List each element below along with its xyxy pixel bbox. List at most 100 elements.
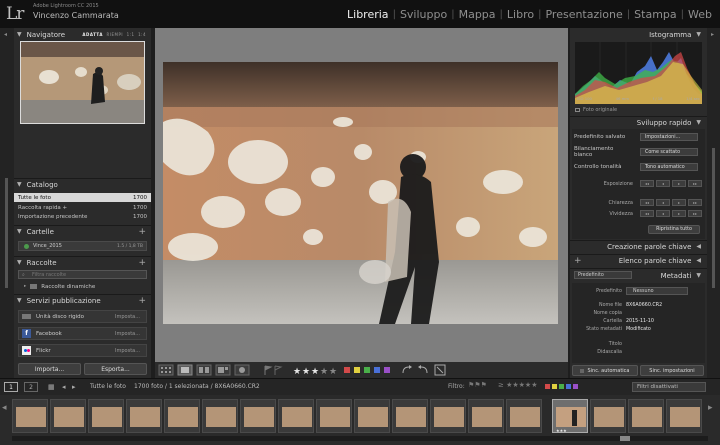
setup-facebook-link[interactable]: Imposta... [115, 331, 140, 337]
preset-dropdown[interactable]: Impostazioni... [640, 133, 698, 141]
filter-rating-stars[interactable]: ≥ ★★★★★ [498, 381, 537, 389]
people-view-icon[interactable] [234, 364, 250, 376]
filmstrip-thumbnail[interactable] [392, 399, 428, 433]
filmstrip-thumbnail[interactable] [126, 399, 162, 433]
white-balance-dropdown[interactable]: Come scattato [640, 148, 698, 156]
setup-flickr-link[interactable]: Imposta... [115, 348, 140, 354]
add-folder-icon[interactable]: + [138, 227, 146, 237]
rotate-right-icon[interactable] [418, 365, 428, 374]
exposure-increase[interactable]: ▸ [672, 180, 686, 187]
left-scrollbar[interactable] [5, 178, 8, 288]
filmstrip-thumbnail[interactable] [666, 399, 702, 433]
collection-set-smart[interactable]: ▸ Raccolte dinamiche [20, 282, 148, 291]
filmstrip-thumbnail[interactable] [50, 399, 86, 433]
module-libro[interactable]: Libro [503, 8, 538, 21]
collections-header[interactable]: ▼ Raccolte + [17, 257, 148, 268]
sync-metadata-button[interactable]: Sinc. automatica [572, 365, 638, 376]
loupe-view-icon[interactable] [177, 364, 193, 376]
filmstrip-scroll-left-icon[interactable]: ◂ [2, 403, 7, 413]
add-collection-icon[interactable]: + [138, 258, 146, 268]
filmstrip-thumbnail[interactable] [240, 399, 276, 433]
compare-view-icon[interactable] [196, 364, 212, 376]
filmstrip-thumbnail[interactable] [88, 399, 124, 433]
left-panel-toggle-strip[interactable]: ◂ [0, 28, 14, 378]
keywording-header[interactable]: Creazione parole chiave ◀ [573, 241, 704, 252]
filmstrip-source[interactable]: Tutte le foto [90, 383, 126, 390]
histogram[interactable]: ISO 100 46 mm f / 18 1/4 sec [575, 42, 702, 104]
filmstrip-thumbnail[interactable] [354, 399, 390, 433]
quick-develop-header[interactable]: Sviluppo rapido ▼ [573, 117, 704, 128]
toggle-switch-icon[interactable] [580, 368, 585, 373]
catalog-item-all-photos[interactable]: Tutte le foto 1700 [14, 193, 151, 202]
module-presentazione[interactable]: Presentazione [541, 8, 626, 21]
zoom-1-1[interactable]: 1:1 [127, 32, 135, 37]
module-libreria[interactable]: Libreria [343, 8, 393, 21]
filmstrip-thumbnail[interactable] [316, 399, 352, 433]
survey-view-icon[interactable] [215, 364, 231, 376]
exposure-decrease[interactable]: ◂ [656, 180, 670, 187]
clarity-decrease[interactable]: ◂ [656, 199, 670, 206]
grid-view-icon[interactable] [158, 364, 174, 376]
vibrance-decrease[interactable]: ◂ [656, 210, 670, 217]
forward-arrow-icon[interactable]: ▸ [72, 383, 76, 391]
filmstrip-thumbnail-selected[interactable]: ★★★ [552, 399, 588, 433]
secondary-window-button[interactable]: 2 [24, 382, 38, 392]
filmstrip-thumbnail[interactable] [202, 399, 238, 433]
module-mappa[interactable]: Mappa [455, 8, 500, 21]
module-web[interactable]: Web [684, 8, 716, 21]
filmstrip-thumbnail[interactable] [12, 399, 48, 433]
filmstrip-info[interactable]: 1700 foto / 1 selezionata / 8X6A0660.CR2 [134, 383, 260, 390]
metadata-preset-dropdown[interactable]: Nessuno [626, 287, 688, 295]
vibrance-increase[interactable]: ▸ [672, 210, 686, 217]
vibrance-increase-more[interactable]: ▸▸ [688, 210, 702, 217]
back-arrow-icon[interactable]: ◂ [62, 383, 66, 391]
color-labels[interactable] [344, 367, 390, 373]
add-publish-service-icon[interactable]: + [138, 296, 146, 306]
exposure-decrease-more[interactable]: ◂◂ [640, 180, 654, 187]
zoom-1-4[interactable]: 1:4 [138, 32, 146, 37]
primary-window-button[interactable]: 1 [4, 382, 18, 392]
publish-flickr[interactable]: Flickr Imposta... [18, 344, 147, 357]
grid-icon[interactable]: ▦ [48, 383, 55, 391]
rotate-left-icon[interactable] [402, 365, 412, 374]
filmstrip-scroll-right-icon[interactable]: ▸ [708, 403, 713, 413]
setup-hard-drive-link[interactable]: Imposta... [115, 314, 140, 320]
filmstrip[interactable]: ◂ ★★★ ▸ [0, 395, 720, 445]
filmstrip-thumbnail[interactable] [164, 399, 200, 433]
filter-preset-dropdown[interactable]: Filtri disattivati [632, 382, 706, 392]
clarity-increase-more[interactable]: ▸▸ [688, 199, 702, 206]
catalog-header[interactable]: ▼ Catalogo [17, 179, 148, 190]
collapse-left-icon[interactable]: ◂ [4, 31, 7, 38]
zoom-fill[interactable]: RIEMPI [107, 32, 124, 37]
folder-volume-vince-2015[interactable]: Vince_2015 1.5 / 1,8 TB [18, 241, 147, 251]
module-stampa[interactable]: Stampa [630, 8, 680, 21]
collections-filter-input[interactable]: ⌕ Filtra raccolte [18, 270, 147, 279]
filmstrip-thumbnail[interactable] [506, 399, 542, 433]
filmstrip-thumbnail[interactable] [468, 399, 504, 433]
filmstrip-thumbnail[interactable] [590, 399, 626, 433]
crop-icon[interactable] [434, 364, 446, 376]
navigator-header[interactable]: ▼ Navigatore ADATTA RIEMPI 1:1 1:4 [17, 29, 148, 40]
export-button[interactable]: Esporta... [84, 363, 147, 375]
original-photo-toggle[interactable]: Foto originale [575, 107, 617, 113]
filmstrip-scrollbar[interactable] [12, 436, 708, 441]
module-sviluppo[interactable]: Sviluppo [396, 8, 451, 21]
clarity-increase[interactable]: ▸ [672, 199, 686, 206]
reset-all-button[interactable]: Ripristina tutto [648, 225, 700, 234]
right-scrollbar[interactable] [712, 148, 715, 288]
import-button[interactable]: Importa... [18, 363, 81, 375]
clarity-decrease-more[interactable]: ◂◂ [640, 199, 654, 206]
filmstrip-thumbnail[interactable] [278, 399, 314, 433]
catalog-item-previous-import[interactable]: Importazione precedente 1700 [14, 212, 151, 221]
keyword-list-header[interactable]: + Elenco parole chiave ◀ [573, 255, 704, 266]
zoom-fit[interactable]: ADATTA [82, 32, 103, 37]
folders-header[interactable]: ▼ Cartelle + [17, 226, 148, 237]
metadata-view-dropdown[interactable]: Predefinito [574, 271, 632, 279]
exposure-increase-more[interactable]: ▸▸ [688, 180, 702, 187]
histogram-header[interactable]: Istogramma ▼ [573, 29, 704, 40]
filter-color-labels[interactable] [545, 384, 578, 389]
auto-tone-button[interactable]: Tono automatico [640, 163, 698, 171]
navigator-preview[interactable] [20, 41, 145, 124]
filmstrip-scroll-thumb[interactable] [620, 436, 630, 441]
vibrance-decrease-more[interactable]: ◂◂ [640, 210, 654, 217]
